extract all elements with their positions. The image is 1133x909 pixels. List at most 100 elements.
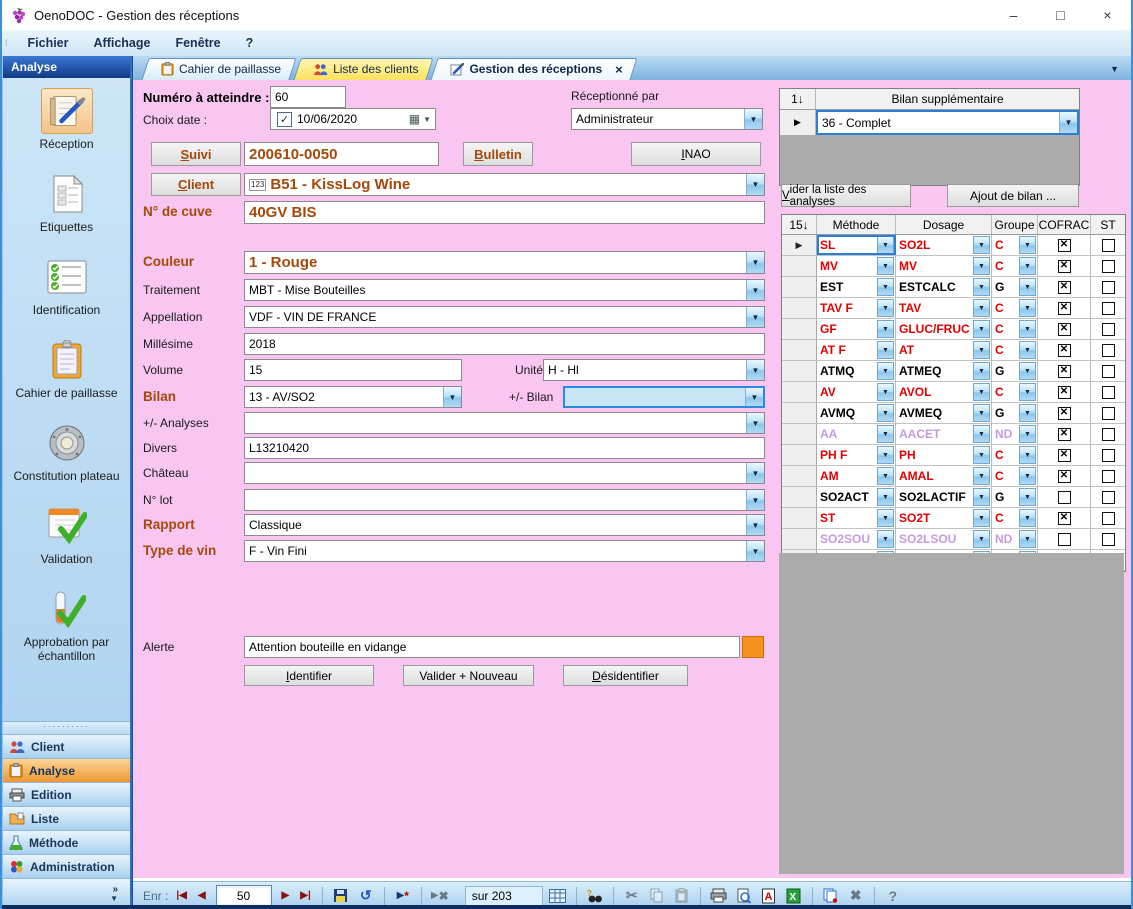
- row-selector[interactable]: [782, 445, 817, 465]
- row-selector[interactable]: ▶: [782, 235, 817, 255]
- groupe-select[interactable]: ND▼: [992, 529, 1038, 549]
- sidebar-item-etiquettes[interactable]: Etiquettes: [5, 171, 129, 234]
- menu-fichier[interactable]: Fichier: [16, 32, 82, 54]
- suivi-button[interactable]: Suivi: [151, 142, 241, 166]
- millesime-input[interactable]: 2018: [244, 333, 765, 355]
- st-checkbox[interactable]: [1102, 407, 1115, 420]
- cofrac-checkbox[interactable]: ✕: [1058, 512, 1071, 525]
- dosage-select[interactable]: MV▼: [896, 256, 992, 276]
- chevron-down-icon[interactable]: ▼: [443, 387, 461, 407]
- row-selector[interactable]: [782, 361, 817, 381]
- dosage-select[interactable]: ATMEQ▼: [896, 361, 992, 381]
- export-excel-icon[interactable]: X: [784, 886, 804, 906]
- dosage-select[interactable]: AT▼: [896, 340, 992, 360]
- menu-fenetre[interactable]: Fenêtre: [163, 32, 233, 54]
- lot-select[interactable]: ▼: [244, 489, 765, 511]
- chevron-down-icon[interactable]: ▼: [877, 299, 894, 317]
- sidebar-item-approbation-par-echantillon[interactable]: Approbation par échantillon: [5, 586, 129, 663]
- bilan-sup-sort-badge[interactable]: 1↓: [780, 89, 816, 109]
- st-checkbox[interactable]: [1102, 428, 1115, 441]
- row-selector[interactable]: [782, 319, 817, 339]
- chevron-down-icon[interactable]: ▼: [746, 252, 764, 273]
- cofrac-checkbox[interactable]: ✕: [1058, 344, 1071, 357]
- groupe-select[interactable]: C▼: [992, 382, 1038, 402]
- previous-record-button[interactable]: ◀: [195, 890, 209, 901]
- chevron-down-icon[interactable]: ▼: [973, 278, 990, 296]
- chevron-down-icon[interactable]: ▼: [973, 425, 990, 443]
- chevron-down-icon[interactable]: ▼: [973, 341, 990, 359]
- methode-select[interactable]: PH F▼: [817, 445, 896, 465]
- chevron-down-icon[interactable]: ▼: [877, 446, 894, 464]
- chevron-down-icon[interactable]: ▼: [1019, 509, 1036, 527]
- st-checkbox[interactable]: [1102, 281, 1115, 294]
- chevron-down-icon[interactable]: ▼: [877, 530, 894, 548]
- st-checkbox[interactable]: [1102, 260, 1115, 273]
- column-header-groupe[interactable]: Groupe: [992, 215, 1038, 234]
- column-header-st[interactable]: ST: [1091, 215, 1125, 234]
- dosage-select[interactable]: SO2LACTIF▼: [896, 487, 992, 507]
- chevron-down-icon[interactable]: ▼: [1019, 404, 1036, 422]
- tab-cahier-de-paillasse[interactable]: Cahier de paillasse: [145, 58, 293, 80]
- print-preview-icon[interactable]: [734, 886, 754, 906]
- st-checkbox[interactable]: [1102, 365, 1115, 378]
- chevron-down-icon[interactable]: ▼: [1019, 467, 1036, 485]
- methode-select[interactable]: AT F▼: [817, 340, 896, 360]
- methode-select[interactable]: ST▼: [817, 508, 896, 528]
- chevron-down-icon[interactable]: ▼: [877, 341, 894, 359]
- chevron-down-icon[interactable]: ▼: [973, 299, 990, 317]
- cofrac-checkbox[interactable]: ✕: [1058, 302, 1071, 315]
- methode-select[interactable]: GF▼: [817, 319, 896, 339]
- chevron-down-icon[interactable]: ▼: [973, 467, 990, 485]
- groupe-select[interactable]: C▼: [992, 256, 1038, 276]
- groupe-select[interactable]: G▼: [992, 361, 1038, 381]
- chevron-down-icon[interactable]: ▼: [744, 109, 762, 129]
- row-selector[interactable]: [782, 298, 817, 318]
- chevron-down-icon[interactable]: ▼: [877, 257, 894, 275]
- chevron-down-icon[interactable]: ▼: [1019, 530, 1036, 548]
- sidebar-item-constitution-plateau[interactable]: Constitution plateau: [5, 420, 129, 483]
- dosage-select[interactable]: TAV▼: [896, 298, 992, 318]
- dosage-select[interactable]: SO2LSOU▼: [896, 529, 992, 549]
- grid-view-icon[interactable]: [548, 886, 568, 906]
- chevron-down-icon[interactable]: ▼: [1059, 112, 1077, 133]
- chevron-down-icon[interactable]: ▼: [877, 404, 894, 422]
- first-record-button[interactable]: |◀: [173, 890, 190, 901]
- delete-record-icon[interactable]: ▶✖: [430, 886, 450, 906]
- bilan-sup-select[interactable]: 36 - Complet ▼: [816, 110, 1079, 135]
- chevron-down-icon[interactable]: ▼: [973, 362, 990, 380]
- chevron-down-icon[interactable]: ▼: [1019, 383, 1036, 401]
- dosage-select[interactable]: ESTCALC▼: [896, 277, 992, 297]
- numero-input[interactable]: 60: [270, 86, 346, 108]
- methode-select[interactable]: MV▼: [817, 256, 896, 276]
- row-selector[interactable]: [782, 256, 817, 276]
- cofrac-checkbox[interactable]: ✕: [1058, 428, 1071, 441]
- sidebar-item-validation[interactable]: Validation: [5, 503, 129, 566]
- alerte-input[interactable]: Attention bouteille en vidange: [244, 636, 740, 658]
- cofrac-checkbox[interactable]: [1058, 491, 1071, 504]
- methode-select[interactable]: AM▼: [817, 466, 896, 486]
- column-header-cofrac[interactable]: COFRAC: [1038, 215, 1091, 234]
- chateau-select[interactable]: ▼: [244, 462, 765, 484]
- chevron-down-icon[interactable]: ▼: [1019, 341, 1036, 359]
- row-selector[interactable]: [782, 487, 817, 507]
- delete-icon[interactable]: ✖: [846, 886, 866, 906]
- groupe-select[interactable]: G▼: [992, 487, 1038, 507]
- chevron-down-icon[interactable]: ▼: [973, 488, 990, 506]
- close-button[interactable]: ×: [1084, 0, 1131, 30]
- dosage-select[interactable]: SO2T▼: [896, 508, 992, 528]
- minimize-button[interactable]: –: [990, 0, 1037, 30]
- methode-select[interactable]: AA▼: [817, 424, 896, 444]
- cofrac-checkbox[interactable]: ✕: [1058, 323, 1071, 336]
- cut-icon[interactable]: ✂: [622, 886, 642, 906]
- chevron-down-icon[interactable]: ▼: [746, 541, 764, 561]
- row-selector[interactable]: [782, 424, 817, 444]
- methode-select[interactable]: AVMQ▼: [817, 403, 896, 423]
- st-checkbox[interactable]: [1102, 533, 1115, 546]
- dosage-select[interactable]: AMAL▼: [896, 466, 992, 486]
- inao-button[interactable]: INAO: [631, 142, 761, 166]
- chevron-down-icon[interactable]: ▼: [973, 404, 990, 422]
- dosage-select[interactable]: AVOL▼: [896, 382, 992, 402]
- bilan-select[interactable]: 13 - AV/SO2 ▼: [244, 386, 462, 408]
- chevron-down-icon[interactable]: ▼: [877, 236, 894, 254]
- chevron-down-icon[interactable]: ▼: [973, 509, 990, 527]
